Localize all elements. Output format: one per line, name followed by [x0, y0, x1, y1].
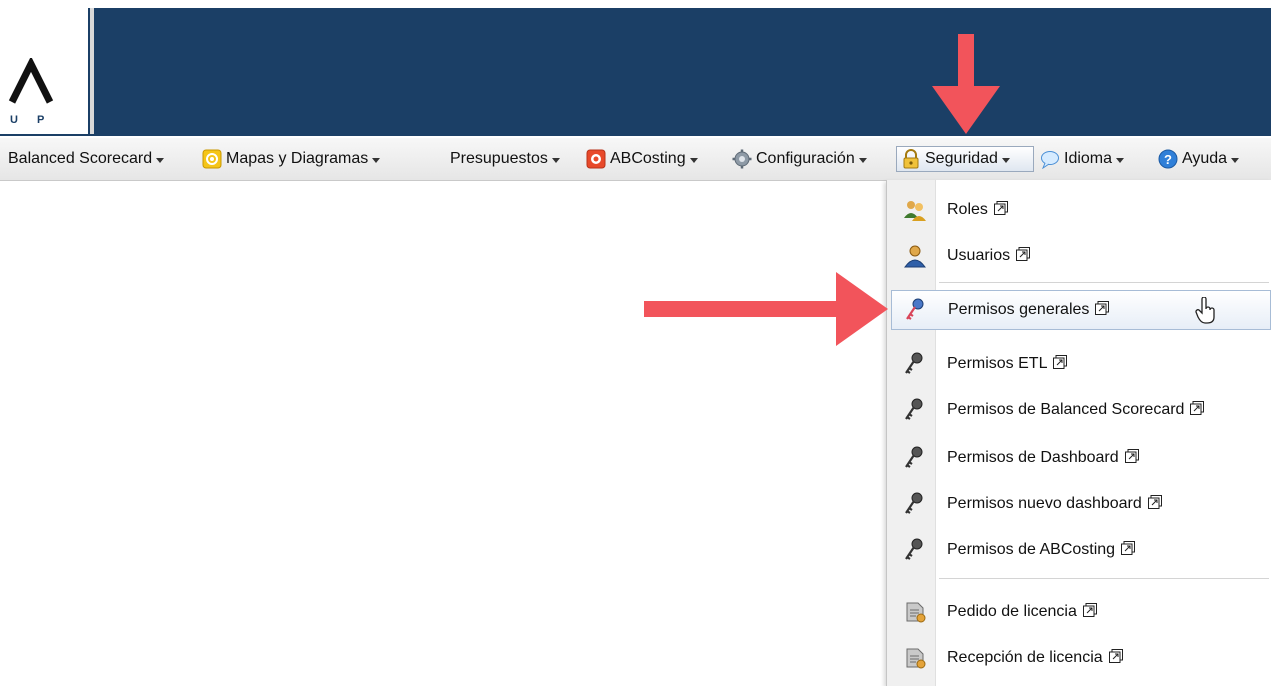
chevron-down-icon: [1001, 157, 1010, 163]
menu-item-label: Permisos de ABCosting: [947, 541, 1116, 558]
chevron-down-icon: [858, 157, 867, 163]
down-arrow-icon: [932, 34, 1000, 134]
chevron-down-icon: [689, 157, 698, 163]
abcosting-icon: [586, 149, 606, 169]
menu-item-label: Usuarios: [947, 247, 1011, 264]
user-icon: [904, 245, 926, 268]
menu-label: Configuración: [756, 150, 855, 167]
hand-cursor-icon: [1195, 297, 1215, 324]
menu-mapas-diagramas[interactable]: Mapas y Diagramas: [202, 146, 381, 172]
menu-ayuda[interactable]: ? Ayuda: [1158, 146, 1240, 172]
menu-item-recepcion-licencia[interactable]: Recepción de licencia: [891, 638, 1271, 678]
menu-label: ABCosting: [610, 150, 686, 167]
menu-item-pedido-licencia[interactable]: Pedido de licencia: [891, 592, 1271, 632]
license-icon: [906, 602, 926, 623]
menu-idioma[interactable]: Idioma: [1040, 146, 1125, 172]
menu-item-permisos-dashboard[interactable]: Permisos de Dashboard: [891, 438, 1271, 478]
menu-seguridad[interactable]: Seguridad: [896, 146, 1034, 172]
menu-label: Mapas y Diagramas: [226, 150, 369, 167]
external-window-icon: [1121, 541, 1136, 555]
menu-separator: [939, 282, 1269, 283]
menu-item-permisos-generales[interactable]: Permisos generales: [891, 290, 1271, 330]
menu-item-permisos-etl[interactable]: Permisos ETL: [891, 344, 1271, 384]
menu-bar: Balanced Scorecard Mapas y Diagramas Pre…: [0, 138, 1271, 181]
menu-label: Presupuestos: [450, 150, 548, 167]
external-window-icon: [1016, 247, 1031, 261]
chevron-down-icon: [156, 157, 165, 163]
external-window-icon: [1124, 449, 1139, 463]
external-window-icon: [1053, 355, 1068, 369]
menu-item-label: Recepción de licencia: [947, 649, 1103, 666]
key-icon: [905, 446, 923, 468]
menu-balanced-scorecard[interactable]: Balanced Scorecard: [8, 146, 165, 172]
menu-separator: [939, 578, 1269, 579]
seguridad-dropdown-menu: Roles Usuarios Permisos generales Permis…: [886, 180, 1271, 686]
external-window-icon: [1095, 301, 1110, 315]
menu-label: Idioma: [1064, 150, 1113, 167]
menu-label: Seguridad: [925, 150, 998, 167]
menu-configuracion[interactable]: Configuración: [732, 146, 867, 172]
menu-item-permisos-balanced-scorecard[interactable]: Permisos de Balanced Scorecard: [891, 390, 1271, 430]
key-icon: [905, 352, 923, 374]
chevron-down-icon: [551, 157, 560, 163]
header-banner: [0, 8, 1271, 136]
roles-icon: [904, 201, 926, 221]
external-window-icon: [993, 201, 1008, 215]
menu-item-roles[interactable]: Roles: [891, 190, 1271, 230]
menu-item-label: Roles: [947, 201, 988, 218]
external-window-icon: [1147, 495, 1162, 509]
menu-item-label: Pedido de licencia: [947, 603, 1077, 620]
menu-item-label: Permisos de Dashboard: [947, 449, 1119, 466]
chevron-down-icon: [372, 157, 381, 163]
external-window-icon: [1190, 401, 1205, 415]
lock-icon: [903, 149, 919, 169]
logo-mark-icon: [8, 58, 54, 104]
chevron-down-icon: [1116, 157, 1125, 163]
menu-label: Ayuda: [1182, 150, 1228, 167]
menu-item-label: Permisos de Balanced Scorecard: [947, 401, 1185, 418]
menu-item-permisos-abcosting[interactable]: Permisos de ABCosting: [891, 530, 1271, 570]
license-icon: [906, 648, 926, 669]
key-icon: [905, 492, 923, 514]
logo[interactable]: U P: [0, 8, 94, 134]
logo-text: U P: [10, 114, 53, 126]
menu-label: Balanced Scorecard: [8, 150, 153, 167]
external-window-icon: [1108, 649, 1123, 663]
key-icon: [905, 538, 923, 560]
svg-text:?: ?: [1164, 152, 1172, 167]
gear-icon: [732, 149, 752, 169]
speech-bubble-icon: [1041, 151, 1059, 169]
map-icon: [202, 149, 222, 169]
key-icon: [906, 298, 924, 320]
key-icon: [905, 398, 923, 420]
menu-item-label: Permisos nuevo dashboard: [947, 495, 1142, 512]
menu-presupuestos[interactable]: Presupuestos: [450, 146, 560, 172]
right-arrow-icon: [644, 272, 888, 346]
menu-item-label: Permisos ETL: [947, 355, 1048, 372]
external-window-icon: [1082, 603, 1097, 617]
chevron-down-icon: [1231, 157, 1240, 163]
menu-item-label: Permisos generales: [948, 301, 1090, 318]
menu-item-permisos-nuevo-dashboard[interactable]: Permisos nuevo dashboard: [891, 484, 1271, 524]
menu-abcosting[interactable]: ABCosting: [586, 146, 698, 172]
help-icon: ?: [1158, 149, 1178, 169]
menu-item-usuarios[interactable]: Usuarios: [891, 236, 1271, 276]
